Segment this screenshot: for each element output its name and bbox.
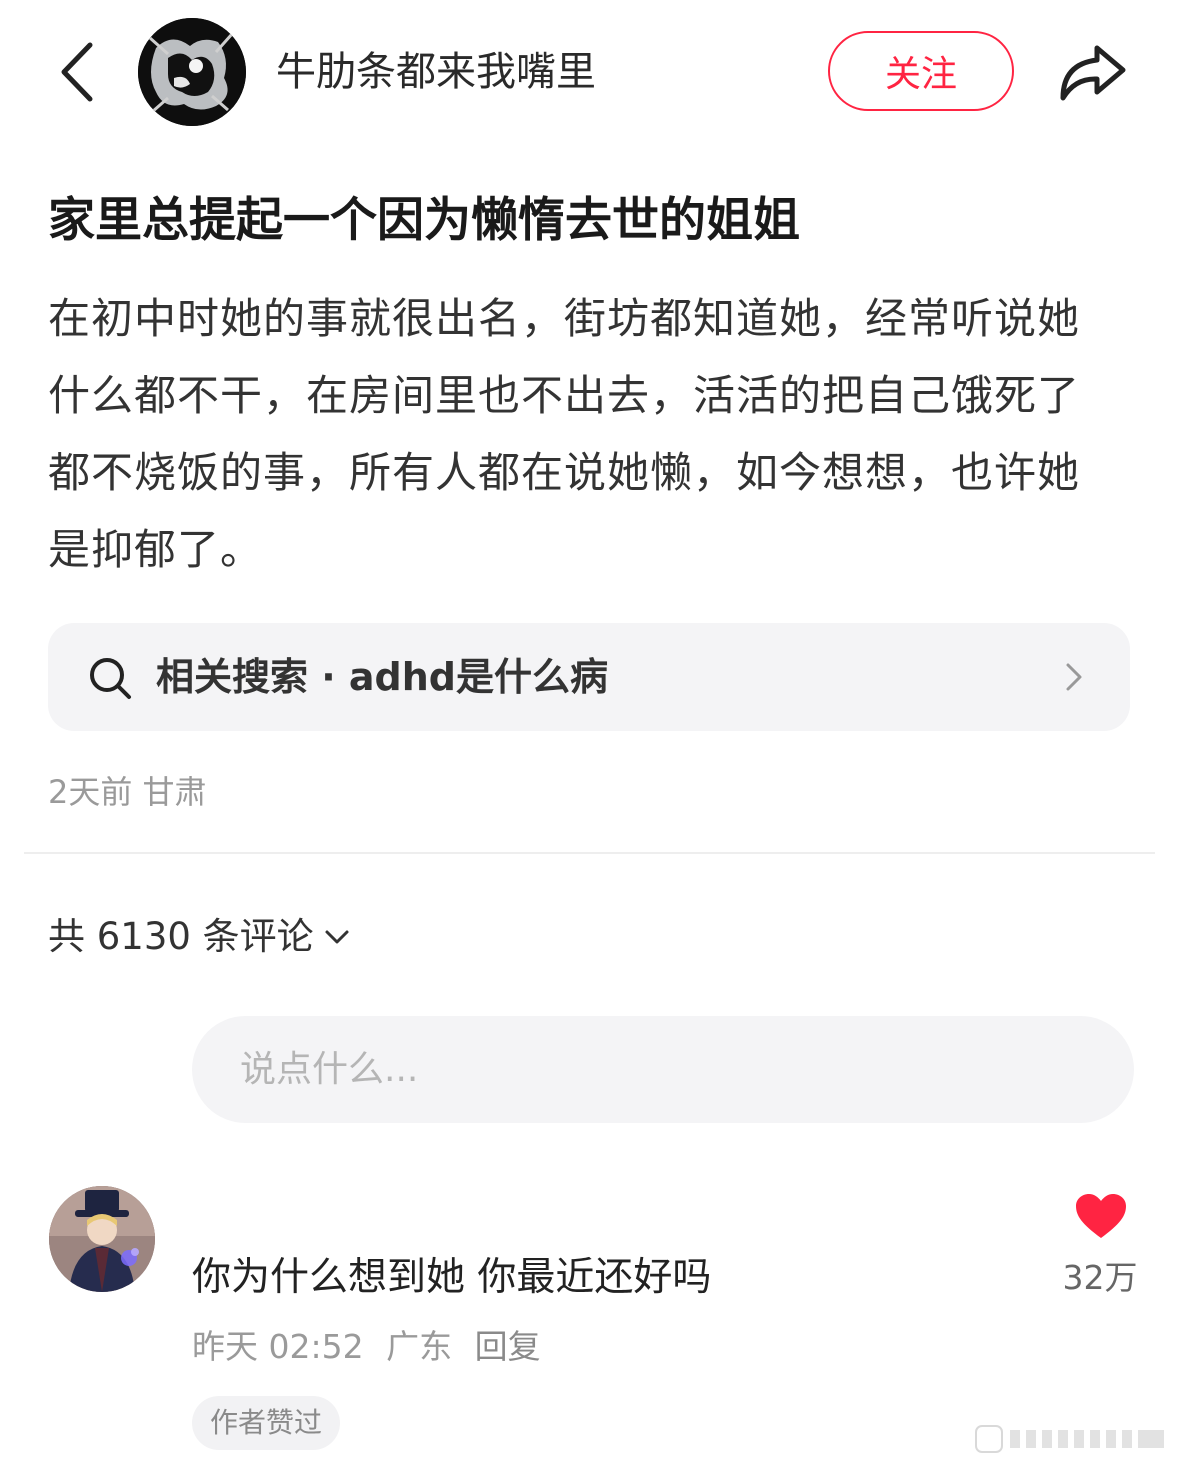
follow-button[interactable]: 关注: [828, 31, 1014, 111]
comment-time: 昨天 02:52: [192, 1327, 364, 1366]
post-meta: 2天前 甘肃: [48, 773, 207, 811]
author-avatar[interactable]: [138, 18, 246, 126]
like-count: 32万: [1062, 1258, 1138, 1297]
comment-meta: 昨天 02:52 广东 回复: [192, 1322, 541, 1372]
author-liked-badge: 作者赞过: [192, 1396, 341, 1450]
share-arrow-icon: [1060, 45, 1126, 101]
post-body: 在初中时她的事就很出名，街坊都知道她，经常听说她什么都不干，在房间里也不出去，活…: [48, 294, 1081, 574]
watermark-icon: [975, 1425, 1164, 1453]
commenter-avatar[interactable]: [49, 1186, 155, 1292]
like-button[interactable]: [1066, 1186, 1136, 1246]
back-button[interactable]: [48, 38, 104, 106]
author-name[interactable]: 牛肋条都来我嘴里: [276, 42, 596, 102]
divider: [24, 852, 1155, 854]
chevron-right-icon: [1066, 663, 1082, 691]
reply-button[interactable]: 回复: [475, 1327, 541, 1366]
comment-count-sort[interactable]: 共 6130 条评论: [48, 908, 350, 966]
comment-input[interactable]: [192, 1016, 1134, 1123]
heart-icon: [1076, 1194, 1126, 1238]
related-search-text: 相关搜索 · adhd是什么病: [156, 655, 608, 699]
related-search-bar[interactable]: 相关搜索 · adhd是什么病: [48, 623, 1130, 731]
search-icon: [90, 658, 131, 699]
post-title: 家里总提起一个因为懒惰去世的姐姐: [48, 193, 800, 248]
chevron-left-icon: [61, 42, 93, 102]
comment-count-label: 共 6130 条评论: [48, 915, 314, 958]
chevron-down-icon: [325, 930, 349, 944]
comment-text: 你为什么想到她 你最近还好吗: [192, 1255, 712, 1300]
share-button[interactable]: [1052, 34, 1132, 110]
comment-location: 广东: [386, 1327, 453, 1366]
